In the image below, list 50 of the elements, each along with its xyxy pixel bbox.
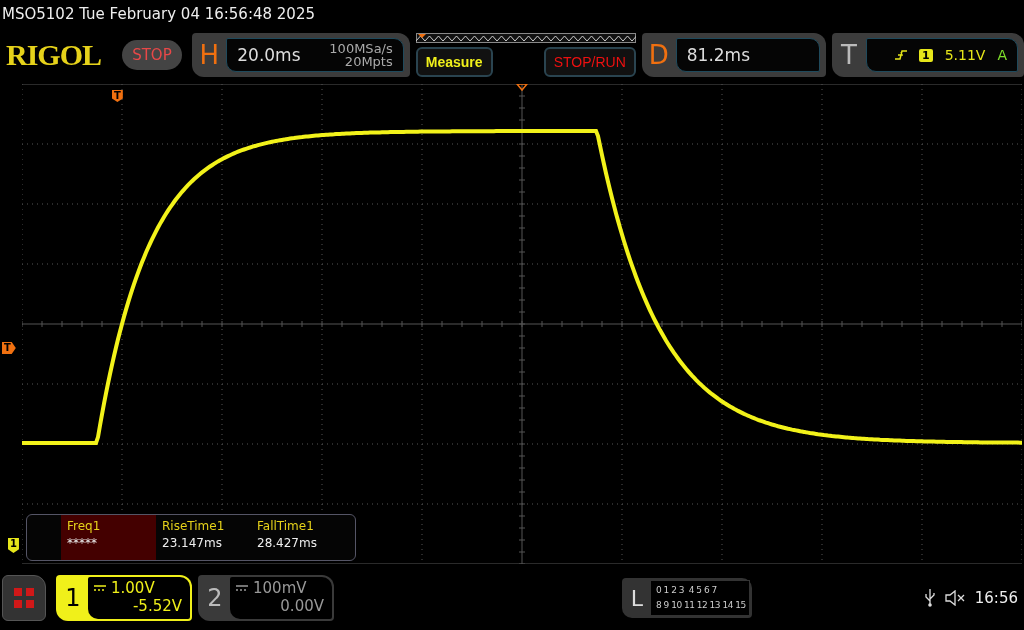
measurement-name: RiseTime1 bbox=[162, 519, 226, 533]
channel-number: 2 bbox=[206, 583, 224, 614]
channel-panel[interactable]: 2 100mV 0.00V bbox=[198, 575, 334, 621]
channel-panel[interactable]: 1 1.00V -5.52V bbox=[56, 575, 192, 621]
panel-letter: D bbox=[647, 40, 670, 70]
measurement-item[interactable]: Freq1 ***** bbox=[61, 515, 156, 560]
delay-value: 81.2ms bbox=[686, 45, 751, 65]
speaker-muted-icon bbox=[944, 590, 965, 606]
sample-rate: 100MSa/s bbox=[329, 42, 393, 55]
delay-panel[interactable]: D 81.2ms bbox=[641, 33, 826, 77]
measurement-item[interactable]: FallTime1 28.427ms bbox=[251, 515, 346, 560]
timebase-value: 20.0ms bbox=[237, 45, 301, 65]
trigger-level: 5.11V bbox=[944, 47, 986, 63]
dc-coupling-icon bbox=[94, 585, 106, 591]
status-line: MSO5102 Tue February 04 16:56:48 2025 bbox=[1, 4, 316, 25]
trigger-position-marker: T bbox=[112, 90, 123, 102]
usb-icon bbox=[924, 589, 935, 607]
channel-marker: 1 bbox=[8, 538, 19, 553]
measurement-value: 23.147ms bbox=[162, 536, 223, 550]
trigger-source-badge: 1 bbox=[919, 48, 933, 62]
clock: 16:56 bbox=[974, 589, 1018, 607]
channel-scale: 1.00V bbox=[111, 579, 155, 597]
channel-scale: 100mV bbox=[253, 579, 307, 597]
logic-panel[interactable]: L 0 1 2 3 4 5 6 7 8 9 10 11 12 13 14 15 bbox=[622, 578, 752, 618]
panel-letter: T bbox=[840, 40, 858, 70]
trigger-panel[interactable]: T 1 5.11V A bbox=[831, 33, 1024, 77]
measurement-value: ***** bbox=[67, 536, 98, 550]
panel-letter: L bbox=[629, 585, 645, 611]
dc-coupling-icon bbox=[236, 585, 248, 591]
channel-offset: 0.00V bbox=[279, 597, 324, 615]
horizontal-panel[interactable]: H 20.0ms 100MSa/s 20Mpts bbox=[192, 33, 410, 77]
logic-channels: 0 1 2 3 4 5 6 7 bbox=[656, 584, 718, 597]
measurement-value: 28.427ms bbox=[257, 536, 318, 550]
measurement-item[interactable]: RiseTime1 23.147ms bbox=[156, 515, 251, 560]
logic-channels: 8 9 10 11 12 13 14 15 bbox=[656, 599, 747, 612]
grid-icon bbox=[14, 588, 34, 608]
stop-run-button[interactable]: STOP/RUN bbox=[543, 47, 636, 77]
trigger-mode: A bbox=[997, 47, 1007, 63]
channel-number: 1 bbox=[64, 583, 82, 614]
trigger-position-icon bbox=[515, 84, 529, 92]
rising-edge-icon bbox=[895, 49, 908, 61]
measurement-name: FallTime1 bbox=[257, 519, 315, 533]
logo: RIGOL bbox=[6, 38, 103, 72]
memory-depth: 20Mpts bbox=[344, 55, 393, 68]
trigger-level-marker: T bbox=[2, 342, 16, 354]
measure-button[interactable]: Measure bbox=[415, 47, 493, 77]
channel-offset: -5.52V bbox=[131, 597, 182, 615]
measurement-name: Freq1 bbox=[67, 519, 102, 533]
menu-button[interactable] bbox=[2, 575, 46, 621]
panel-letter: H bbox=[198, 40, 221, 70]
